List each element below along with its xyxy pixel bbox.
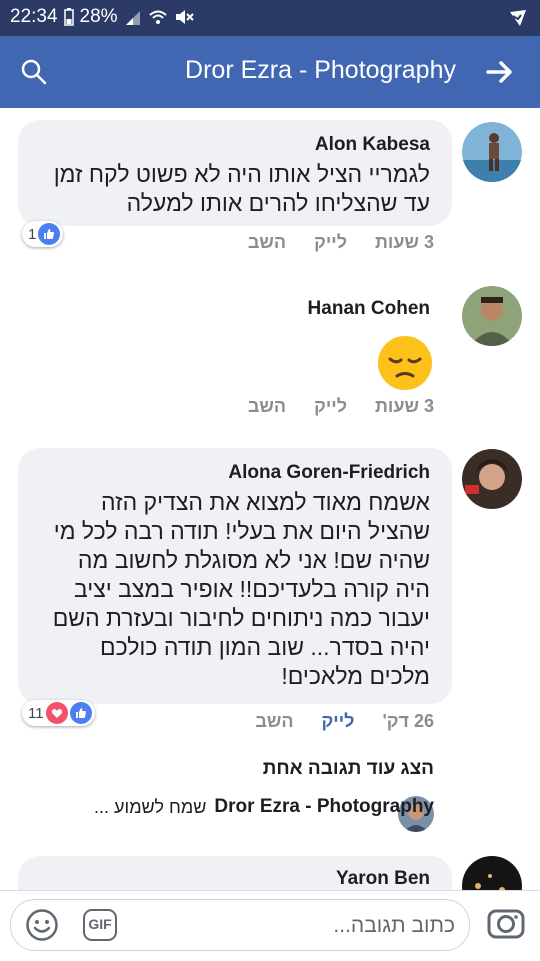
reaction-count: 11 [28, 704, 44, 722]
comment-line: לגמריי הציל אותו היה לא פשוט לקח זמן [53, 161, 430, 187]
forward-arrow-icon[interactable] [486, 60, 514, 84]
status-time: 22:34 [10, 6, 58, 27]
battery-icon [63, 8, 74, 26]
comment-text: אשמח מאוד למצוא את הצדיק הזה שהציל היום … [53, 488, 430, 691]
avatar-photo-icon [462, 856, 522, 890]
messenger-icon [510, 10, 526, 26]
comment-composer: GIF כתוב תגובה... [0, 890, 540, 961]
gif-button[interactable]: GIF [83, 909, 117, 941]
search-icon[interactable] [20, 58, 48, 86]
comment-actions: 3 שעות לייק השב [248, 232, 434, 253]
avatar-photo-icon [462, 122, 522, 182]
comment-actions: 26 דק' לייק השב [255, 711, 434, 732]
comment-input[interactable]: GIF כתוב תגובה... [10, 899, 470, 951]
comment-bubble[interactable]: Yaron Ben [18, 856, 452, 890]
comments-feed[interactable]: Alon Kabesa לגמריי הציל אותו היה לא פשוט… [0, 108, 540, 890]
avatar[interactable] [462, 449, 522, 509]
wifi-icon [148, 10, 167, 24]
reaction-summary[interactable]: 11 [22, 700, 95, 726]
comment-line: שהיה שם! אני לא מסוגלת לחשוב מה [77, 547, 430, 573]
show-more-replies-link[interactable]: הצג עוד תגובה אחת [263, 758, 434, 780]
reaction-count: 1 [28, 225, 37, 243]
comment-line: היה קורה בלעדיכם!! אופיר במצב יציב [73, 576, 430, 602]
comment-author[interactable]: Alon Kabesa [315, 134, 430, 156]
reply-button[interactable]: השב [255, 711, 293, 732]
reaction-summary[interactable]: 1 [22, 221, 64, 247]
signal-icon [125, 11, 140, 25]
comment-line: יעבור כמה ניתוחים לחיבור ובעזרת השם [52, 605, 430, 631]
like-button[interactable]: לייק [314, 396, 347, 417]
heart-reaction-icon [45, 702, 68, 724]
reply-button[interactable]: השב [248, 396, 286, 417]
comment-line: אשמח מאוד למצוא את הצדיק הזה [101, 489, 430, 515]
status-left: 22:34 28% [10, 6, 194, 28]
avatar-photo-icon [462, 449, 522, 509]
avatar[interactable] [462, 122, 522, 182]
avatar[interactable] [462, 286, 522, 346]
comment-bubble[interactable]: Alon Kabesa לגמריי הציל אותו היה לא פשוט… [18, 120, 452, 226]
page-title: Dror Ezra - Photography [185, 56, 456, 84]
comment-line: שהציל היום את בעלי! תודה רבה לכל מי [53, 518, 430, 544]
reply-text: שמח לשמוע ... [94, 796, 207, 817]
avatar[interactable] [462, 856, 522, 890]
mute-icon [175, 10, 194, 24]
comment-author[interactable]: Alona Goren-Friedrich [228, 462, 430, 484]
comment-author[interactable]: Yaron Ben [336, 868, 430, 890]
comment-bubble[interactable]: Alona Goren-Friedrich אשמח מאוד למצוא את… [18, 448, 452, 704]
like-button[interactable]: לייק [314, 232, 347, 253]
comment-input-placeholder: כתוב תגובה... [333, 914, 455, 937]
comment-time: 3 שעות [375, 232, 434, 252]
header-bar: Dror Ezra - Photography [0, 36, 540, 108]
like-button[interactable]: לייק [322, 711, 355, 732]
emoji-icon[interactable] [25, 908, 59, 942]
pensive-emoji-icon [378, 336, 432, 390]
comment-time: 3 שעות [375, 396, 434, 416]
comment-line: מלכים מלאכים! [281, 663, 430, 689]
status-bar: 22:34 28% [0, 0, 540, 36]
comment-text: לגמריי הציל אותו היה לא פשוט לקח זמן עד … [54, 160, 430, 218]
comment-actions: 3 שעות לייק השב [248, 396, 434, 417]
reply-preview[interactable]: Dror Ezra - Photography שמח לשמוע ... [94, 796, 434, 818]
reply-button[interactable]: השב [248, 232, 286, 253]
camera-icon[interactable] [486, 903, 526, 943]
reply-author[interactable]: Dror Ezra - Photography [214, 796, 434, 818]
avatar-photo-icon [462, 286, 522, 346]
battery-percent: 28% [79, 6, 118, 27]
comment-line: יהיה בסדר... שוב המון תודה כולכם [100, 634, 430, 660]
comment-time: 26 דק' [382, 711, 434, 731]
like-reaction-icon [69, 702, 92, 724]
comment-author[interactable]: Hanan Cohen [308, 298, 430, 320]
like-reaction-icon [38, 223, 61, 245]
comment-line: עד שהצליחו להרים אותו למעלה [126, 190, 430, 216]
